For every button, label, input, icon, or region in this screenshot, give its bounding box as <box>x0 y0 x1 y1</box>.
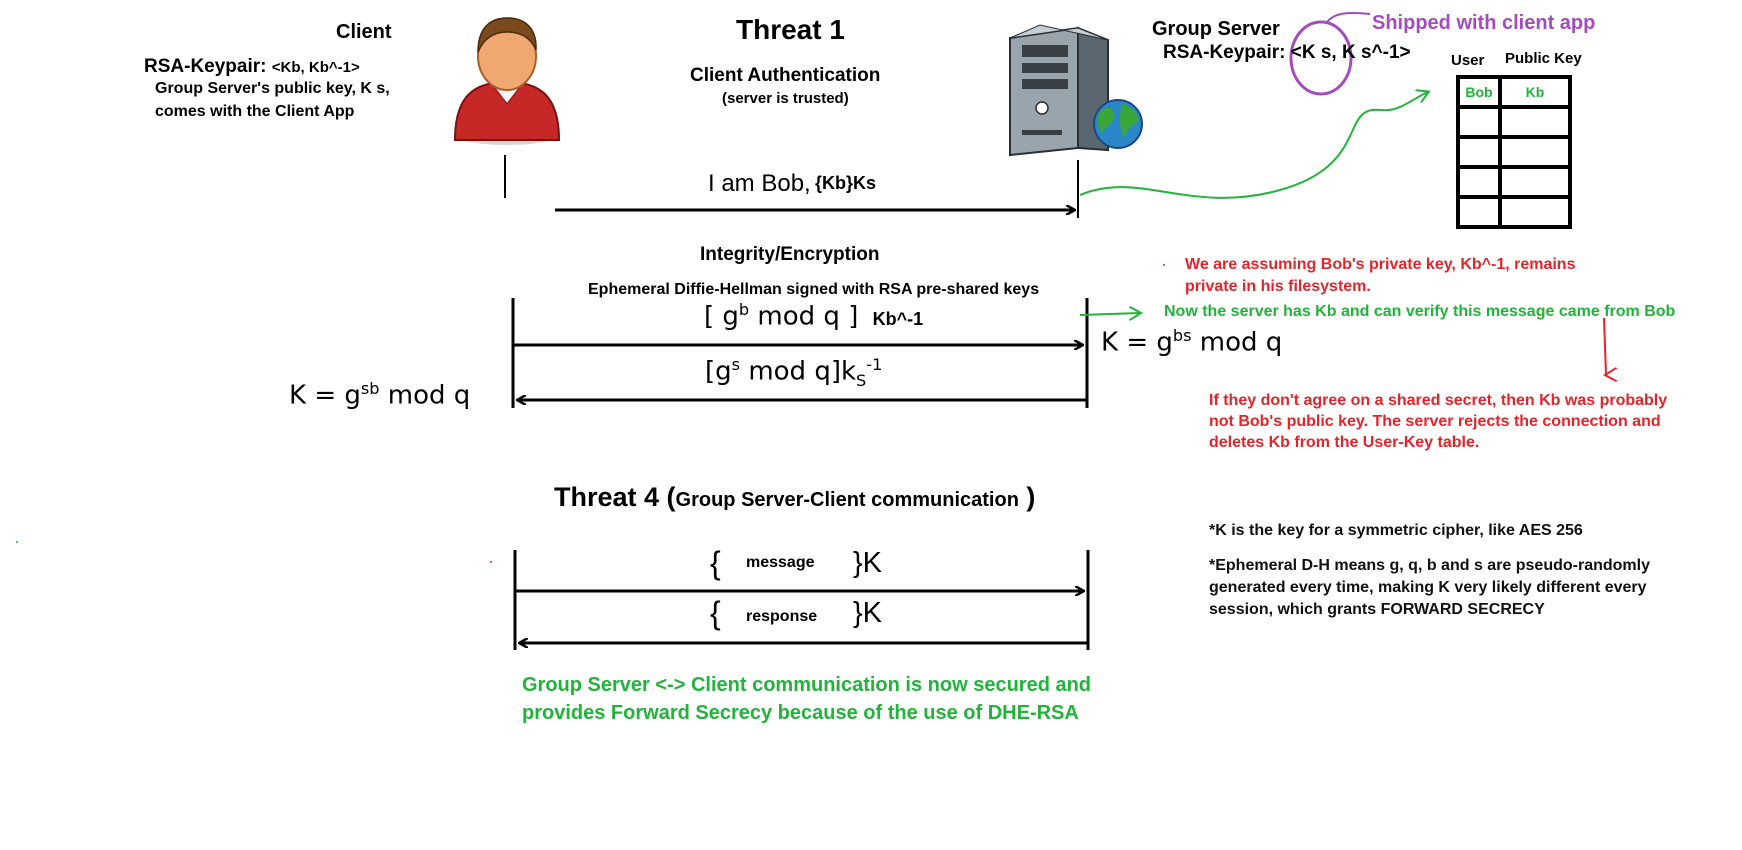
integrity-title: Integrity/Encryption <box>700 244 880 265</box>
reject-note: If they don't agree on a shared secret, … <box>1209 392 1668 451</box>
red-down-arrow <box>1603 317 1606 375</box>
table-cell-user <box>1456 195 1502 229</box>
server-keypair: RSA-Keypair: <K s, K s^-1> <box>1163 42 1411 63</box>
green-short-arrow <box>1079 313 1140 315</box>
server-shared-key: K = gbs mod q <box>1101 326 1282 358</box>
auth-subtitle: (server is trusted) <box>722 90 849 107</box>
stray-dot <box>16 541 18 543</box>
message-close-brace-k: }K <box>853 547 883 579</box>
table-cell-key <box>1498 135 1572 169</box>
auth-message-enc: {Kb}Ks <box>815 173 877 193</box>
table-cell-user <box>1456 165 1502 199</box>
dh-message-2: [gs mod q]kS-1 <box>705 355 882 390</box>
client-key-pre: K = g <box>289 380 361 411</box>
table-row: Bob Kb <box>1456 75 1572 109</box>
table-cell-key: Kb <box>1498 75 1572 109</box>
table-cell-user <box>1456 105 1502 139</box>
response-close-brace-k: }K <box>853 597 883 629</box>
client-key-sup: sb <box>360 379 380 398</box>
dh-msg2-pre: [g <box>705 356 732 387</box>
client-key-post: mod q <box>379 380 471 411</box>
user-key-table: Bob Kb <box>1456 75 1572 229</box>
dh-msg2-sup2: -1 <box>866 355 883 374</box>
assume-note-line1: We are assuming Bob's private key, Kb^-1… <box>1185 256 1576 273</box>
client-note-line2: comes with the Client App <box>155 103 355 120</box>
response-open-brace: { <box>710 595 721 631</box>
conclusion-line1: Group Server <-> Client communication is… <box>522 674 1092 696</box>
table-row <box>1456 105 1572 139</box>
threat4-title-main: Threat 4 ( <box>554 482 676 512</box>
table-cell-key <box>1498 105 1572 139</box>
message-open-brace: { <box>710 545 721 581</box>
server-key-post: mod q <box>1191 327 1283 358</box>
client-title: Client <box>336 21 392 43</box>
message-label: message <box>746 554 815 571</box>
dh-msg2-post: mod q]k <box>740 356 857 387</box>
threat4-title: Threat 4 (Group Server-Client communicat… <box>554 482 1035 513</box>
response-label: response <box>746 608 818 625</box>
threat4-title-end: ) <box>1018 482 1036 512</box>
server-key-pre: K = g <box>1101 327 1173 358</box>
client-keypair: RSA-Keypair: <Kb, Kb^-1> <box>144 56 360 78</box>
client-shared-key: K = gsb mod q <box>289 379 470 411</box>
table-cell-user <box>1456 135 1502 169</box>
table-row <box>1456 195 1572 229</box>
dh-msg2-sub: S <box>856 370 867 390</box>
conclusion-line2: provides Forward Secrecy because of the … <box>522 702 1079 724</box>
stray-dot <box>490 561 492 563</box>
auth-title: Client Authentication <box>690 65 881 86</box>
purple-pointer <box>1326 12 1371 23</box>
dh-msg2-sup: s <box>731 355 741 374</box>
dh-msg1-pre: [ g <box>704 301 739 332</box>
client-note-line1: Group Server's public key, K s, <box>155 80 390 97</box>
server-title: Group Server <box>1152 18 1280 40</box>
dh-msg1-post: mod q ] <box>749 301 859 332</box>
server-computer-icon <box>1009 24 1109 157</box>
table-row <box>1456 165 1572 199</box>
client-keypair-value: <Kb, Kb^-1> <box>271 59 360 76</box>
server-key-sup: bs <box>1172 326 1192 345</box>
globe-icon <box>1093 99 1143 149</box>
k-note: *K is the key for a symmetric cipher, li… <box>1209 522 1583 539</box>
threat1-title: Threat 1 <box>736 14 845 45</box>
person-icon <box>453 17 561 145</box>
table-cell-key <box>1498 195 1572 229</box>
integrity-subtitle: Ephemeral Diffie-Hellman signed with RSA… <box>588 281 1040 298</box>
table-header-user: User <box>1451 52 1485 69</box>
dh-msg1-signature: Kb^-1 <box>872 308 924 329</box>
table-cell-user: Bob <box>1456 75 1502 109</box>
auth-message-plain: I am Bob, <box>708 170 811 197</box>
shipped-with-client-app: Shipped with client app <box>1372 12 1596 34</box>
table-row <box>1456 135 1572 169</box>
client-keypair-label: RSA-Keypair: <box>144 56 267 77</box>
ephemeral-note: *Ephemeral D-H means g, q, b and s are p… <box>1209 557 1650 618</box>
verify-note: Now the server has Kb and can verify thi… <box>1164 303 1676 320</box>
threat4-title-sub: Group Server-Client communication <box>675 489 1019 511</box>
stray-dot <box>1163 264 1165 266</box>
dh-msg1-sup: b <box>738 300 750 319</box>
dh-message-1: [ gb mod q ] Kb^-1 <box>704 300 923 332</box>
assume-note-line2: private in his filesystem. <box>1185 278 1371 295</box>
table-cell-key <box>1498 165 1572 199</box>
table-header-key: Public Key <box>1505 50 1582 67</box>
